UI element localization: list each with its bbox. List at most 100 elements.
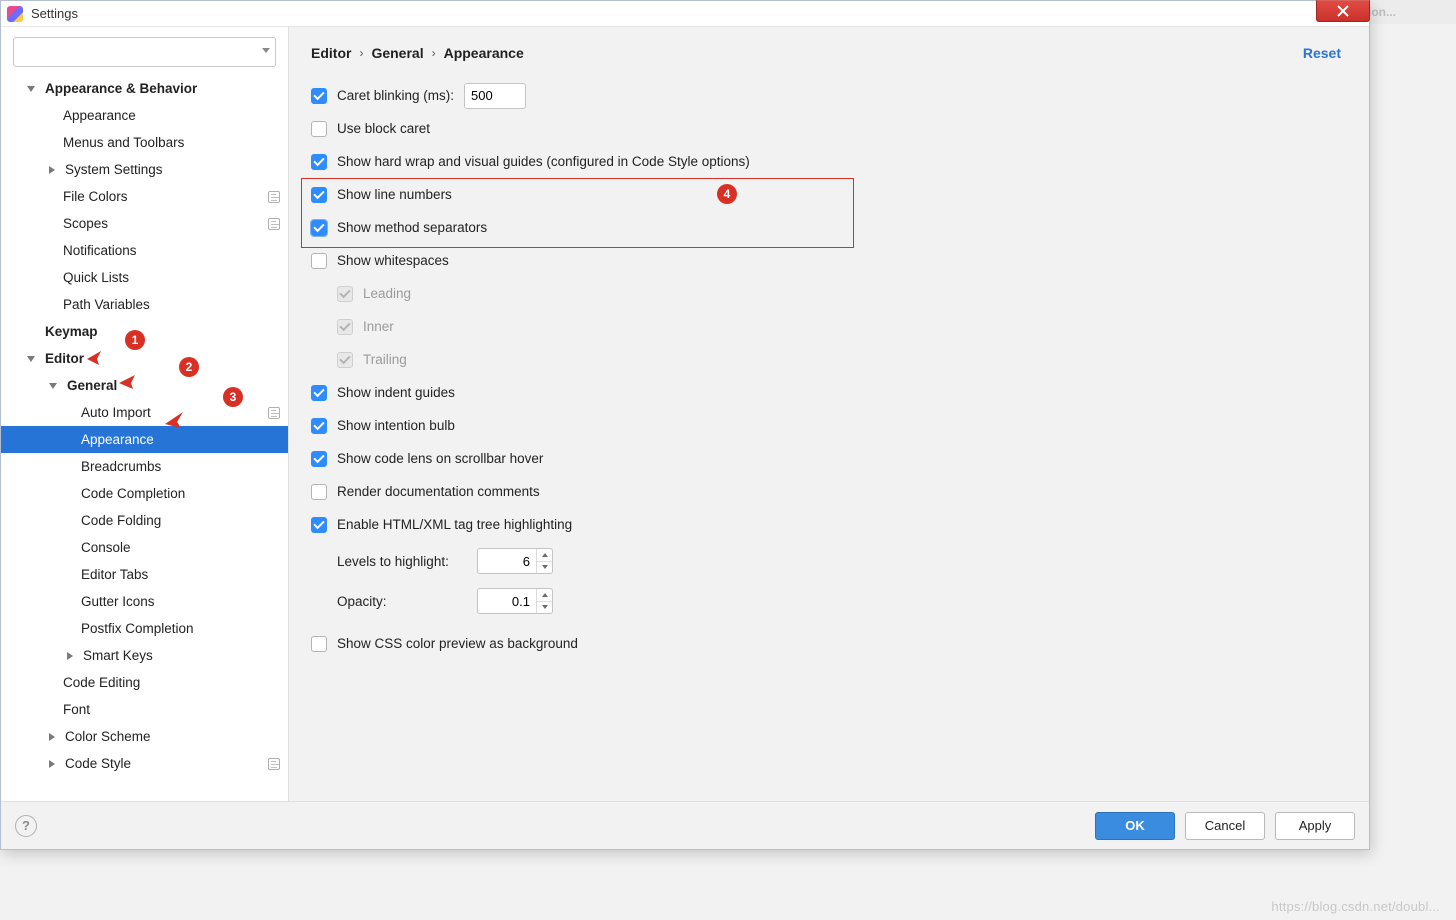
opacity-spinner[interactable] <box>477 588 553 614</box>
tree-item-label: File Colors <box>63 189 128 204</box>
tree-item[interactable]: Font <box>1 696 288 723</box>
trailing-label: Trailing <box>363 352 407 367</box>
tree-item[interactable]: Color Scheme <box>1 723 288 750</box>
tree-item[interactable]: Scopes <box>1 210 288 237</box>
show-css-color-checkbox[interactable] <box>311 636 327 652</box>
leading-checkbox <box>337 286 353 302</box>
tree-item[interactable]: Appearance <box>1 426 288 453</box>
show-line-numbers-label: Show line numbers <box>337 187 452 202</box>
caret-blinking-checkbox[interactable] <box>311 88 327 104</box>
tree-item[interactable]: File Colors <box>1 183 288 210</box>
stepper-down-icon[interactable] <box>537 602 552 614</box>
tree-item[interactable]: Console <box>1 534 288 561</box>
tree-item[interactable]: Code Folding <box>1 507 288 534</box>
chevron-down-icon[interactable] <box>49 383 57 389</box>
tree-item[interactable]: Quick Lists <box>1 264 288 291</box>
show-intention-bulb-label: Show intention bulb <box>337 418 455 433</box>
show-method-separators-checkbox[interactable] <box>311 220 327 236</box>
chevron-down-icon[interactable] <box>27 356 35 362</box>
show-code-lens-checkbox[interactable] <box>311 451 327 467</box>
dialog-footer: ? OK Cancel Apply <box>1 801 1369 849</box>
use-block-caret-label: Use block caret <box>337 121 430 136</box>
stepper-up-icon[interactable] <box>537 589 552 602</box>
tree-item-label: Smart Keys <box>83 648 153 663</box>
help-button[interactable]: ? <box>15 815 37 837</box>
show-indent-guides-checkbox[interactable] <box>311 385 327 401</box>
tree-item-label: Keymap <box>45 324 98 339</box>
inner-checkbox <box>337 319 353 335</box>
chevron-right-icon: › <box>432 46 436 60</box>
levels-spinner[interactable] <box>477 548 553 574</box>
chevron-right-icon[interactable] <box>49 760 55 768</box>
use-block-caret-checkbox[interactable] <box>311 121 327 137</box>
project-scope-icon <box>268 218 280 230</box>
tree-item[interactable]: Editor <box>1 345 288 372</box>
tree-item-label: Code Completion <box>81 486 185 501</box>
ok-button[interactable]: OK <box>1095 812 1175 840</box>
window-close-button[interactable] <box>1316 0 1370 22</box>
crumb-editor[interactable]: Editor <box>311 45 351 61</box>
show-hard-wrap-label: Show hard wrap and visual guides (config… <box>337 154 750 169</box>
show-hard-wrap-checkbox[interactable] <box>311 154 327 170</box>
tree-item-label: Code Editing <box>63 675 140 690</box>
crumb-general[interactable]: General <box>371 45 423 61</box>
tree-item[interactable]: Smart Keys <box>1 642 288 669</box>
tree-item[interactable]: Appearance & Behavior <box>1 75 288 102</box>
tree-item[interactable]: System Settings <box>1 156 288 183</box>
tree-item[interactable]: Postfix Completion <box>1 615 288 642</box>
tree-item[interactable]: Editor Tabs <box>1 561 288 588</box>
tree-item[interactable]: Auto Import <box>1 399 288 426</box>
titlebar: Settings <box>1 1 1369 27</box>
tree-item[interactable]: Code Completion <box>1 480 288 507</box>
tree-item[interactable]: Code Editing <box>1 669 288 696</box>
callout-4: 4 <box>717 184 737 204</box>
caret-blinking-input[interactable] <box>464 83 526 109</box>
tree-item[interactable]: Notifications <box>1 237 288 264</box>
watermark: https://blog.csdn.net/doubl... <box>1271 899 1440 914</box>
stepper-down-icon[interactable] <box>537 562 552 574</box>
crumb-appearance: Appearance <box>444 45 524 61</box>
callout-3: 3 <box>223 387 243 407</box>
opacity-label: Opacity: <box>337 594 467 609</box>
settings-dialog: Settings Appea <box>0 0 1370 850</box>
stepper-up-icon[interactable] <box>537 549 552 562</box>
chevron-down-icon[interactable] <box>262 48 270 53</box>
chevron-down-icon[interactable] <box>27 86 35 92</box>
reset-link[interactable]: Reset <box>1303 45 1341 61</box>
tree-item-label: Postfix Completion <box>81 621 194 636</box>
trailing-checkbox <box>337 352 353 368</box>
search-input[interactable] <box>13 37 276 67</box>
show-css-color-label: Show CSS color preview as background <box>337 636 578 651</box>
apply-button[interactable]: Apply <box>1275 812 1355 840</box>
tree-item-label: Console <box>81 540 131 555</box>
tree-item[interactable]: Appearance <box>1 102 288 129</box>
enable-tag-tree-checkbox[interactable] <box>311 517 327 533</box>
show-whitespaces-checkbox[interactable] <box>311 253 327 269</box>
render-doc-checkbox[interactable] <box>311 484 327 500</box>
tree-item-label: Auto Import <box>81 405 151 420</box>
chevron-right-icon[interactable] <box>67 652 73 660</box>
tree-item-label: Color Scheme <box>65 729 151 744</box>
app-icon <box>7 6 23 22</box>
tree-item[interactable]: Code Style <box>1 750 288 777</box>
settings-tree[interactable]: Appearance & Behavior Appearance Menus and… <box>1 75 288 801</box>
chevron-right-icon[interactable] <box>49 166 55 174</box>
tree-item-label: Path Variables <box>63 297 150 312</box>
tree-item[interactable]: Gutter Icons <box>1 588 288 615</box>
cancel-button[interactable]: Cancel <box>1185 812 1265 840</box>
show-line-numbers-checkbox[interactable] <box>311 187 327 203</box>
tree-item[interactable]: Menus and Toolbars <box>1 129 288 156</box>
chevron-right-icon: › <box>359 46 363 60</box>
chevron-right-icon[interactable] <box>49 733 55 741</box>
project-scope-icon <box>268 191 280 203</box>
tree-item[interactable]: Path Variables <box>1 291 288 318</box>
tree-item-label: Appearance <box>63 108 136 123</box>
show-intention-bulb-checkbox[interactable] <box>311 418 327 434</box>
levels-label: Levels to highlight: <box>337 554 467 569</box>
callout-2: 2 <box>179 357 199 377</box>
levels-input[interactable] <box>478 549 536 573</box>
tree-item-label: General <box>67 378 117 393</box>
tree-item[interactable]: Breadcrumbs <box>1 453 288 480</box>
caret-blinking-label: Caret blinking (ms): <box>337 88 454 103</box>
opacity-input[interactable] <box>478 589 536 613</box>
